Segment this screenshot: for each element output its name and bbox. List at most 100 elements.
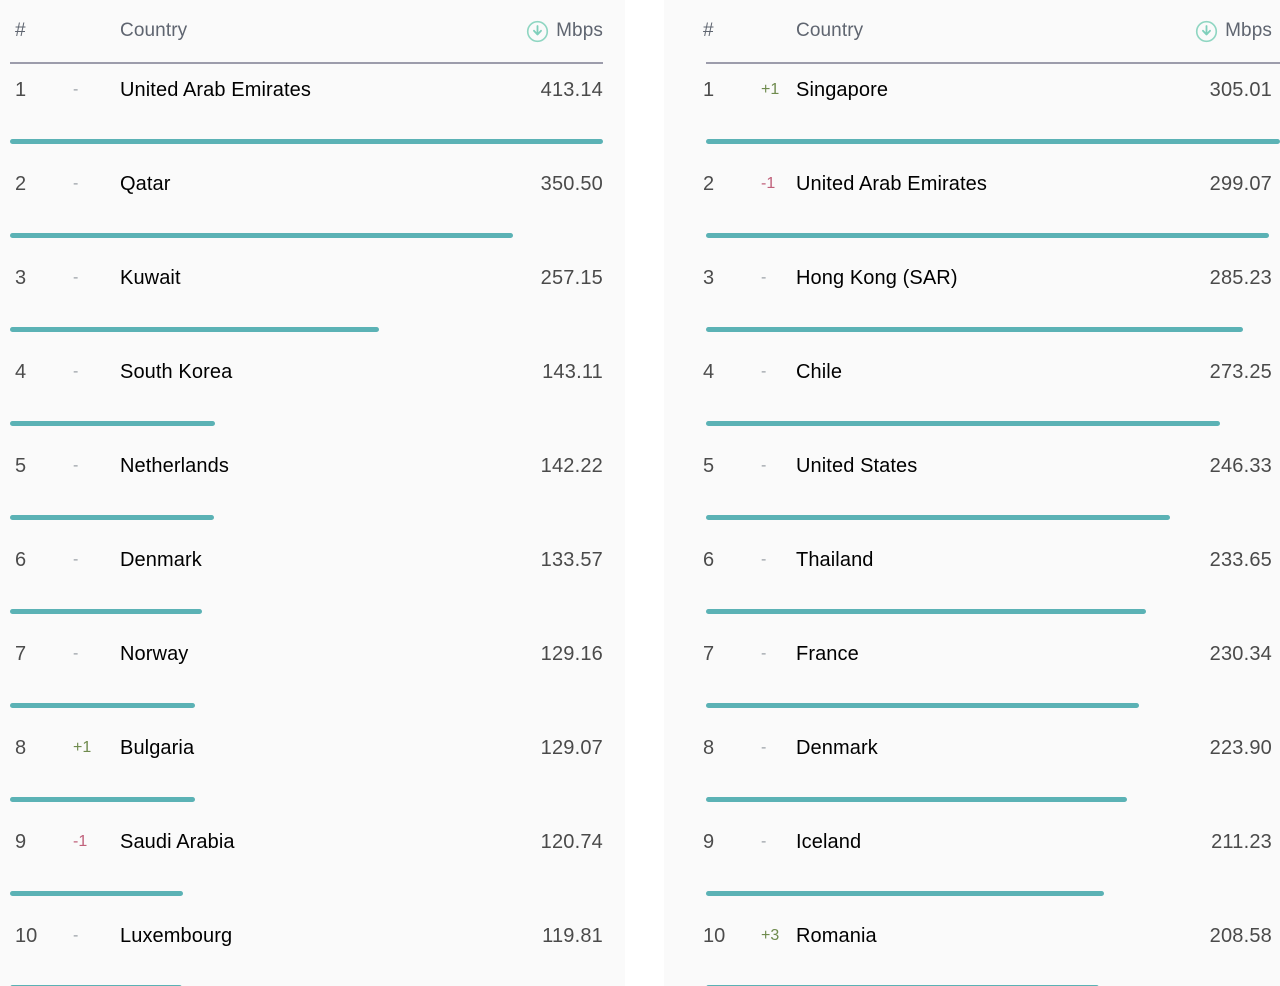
rank-change-indicator: +1 <box>73 732 91 764</box>
table-row[interactable]: 3-Hong Kong (SAR)285.23 <box>686 250 1258 344</box>
speed-value: 119.81 <box>542 920 603 952</box>
rank-number: 2 <box>703 168 714 200</box>
column-header-country: Country <box>120 0 187 62</box>
table-row[interactable]: 9-1Saudi Arabia120.74 <box>5 814 603 908</box>
table-row[interactable]: 10+3Romania208.58 <box>686 908 1258 986</box>
speed-bar-fill <box>10 327 379 332</box>
column-header-rank: # <box>15 0 26 62</box>
table-row-content: 9-Iceland211.23 <box>686 814 1258 884</box>
table-row-content: 5-Netherlands142.22 <box>5 438 603 508</box>
speed-bar-fill <box>706 797 1127 802</box>
rank-change-indicator: -1 <box>73 826 87 858</box>
country-link[interactable]: United Arab Emirates <box>796 168 987 200</box>
rank-number: 10 <box>703 920 725 952</box>
speed-bar-track <box>706 515 1280 520</box>
rank-number: 6 <box>15 544 26 576</box>
country-link[interactable]: Singapore <box>796 74 888 106</box>
country-link[interactable]: United Arab Emirates <box>120 74 311 106</box>
table-row[interactable]: 6-Denmark133.57 <box>5 532 603 626</box>
table-row-content: 8-Denmark223.90 <box>686 720 1258 790</box>
rank-number: 5 <box>703 450 714 482</box>
table-row[interactable]: 7-Norway129.16 <box>5 626 603 720</box>
table-row-content: 7-Norway129.16 <box>5 626 603 696</box>
table-header-left: # Country Mbps <box>5 0 603 62</box>
table-row[interactable]: 2-1United Arab Emirates299.07 <box>686 156 1258 250</box>
country-link[interactable]: Bulgaria <box>120 732 194 764</box>
rank-change-indicator: - <box>73 168 78 200</box>
speed-bar-track <box>10 139 603 144</box>
rank-number: 9 <box>15 826 26 858</box>
speed-bar-fill <box>10 609 202 614</box>
ranking-panel-left: # Country Mbps 1-United Arab Emirates413… <box>0 0 625 986</box>
table-row[interactable]: 4-South Korea143.11 <box>5 344 603 438</box>
speed-bar-track <box>706 421 1280 426</box>
country-link[interactable]: Denmark <box>120 544 202 576</box>
speed-value: 257.15 <box>541 262 603 294</box>
table-row[interactable]: 1-United Arab Emirates413.14 <box>5 62 603 156</box>
country-link[interactable]: Thailand <box>796 544 874 576</box>
table-row[interactable]: 8 +1 Bulgaria 129.07 <box>5 720 603 814</box>
country-link[interactable]: Saudi Arabia <box>120 826 235 858</box>
speed-bar-track <box>10 327 603 332</box>
column-header-rank: # <box>703 0 714 62</box>
speed-value: 208.58 <box>1210 920 1272 952</box>
rank-number: 1 <box>15 74 26 106</box>
rank-change-indicator: - <box>73 450 78 482</box>
country-link[interactable]: United States <box>796 450 917 482</box>
speed-bar-fill <box>10 233 513 238</box>
country-link[interactable]: France <box>796 638 859 670</box>
rank-number: 7 <box>703 638 714 670</box>
speed-bar-fill <box>10 139 603 144</box>
speed-bar-fill <box>10 891 183 896</box>
table-row[interactable]: 2-Qatar350.50 <box>5 156 603 250</box>
column-header-unit[interactable]: Mbps <box>1195 0 1272 62</box>
table-row[interactable]: 4-Chile273.25 <box>686 344 1258 438</box>
table-row-content: 6-Thailand233.65 <box>686 532 1258 602</box>
table-row-content: 4-Chile273.25 <box>686 344 1258 414</box>
table-row[interactable]: 8-Denmark223.90 <box>686 720 1258 814</box>
speed-bar-track <box>706 797 1280 802</box>
country-link[interactable]: Hong Kong (SAR) <box>796 262 958 294</box>
country-link[interactable]: Iceland <box>796 826 861 858</box>
speed-value: 223.90 <box>1210 732 1272 764</box>
table-row-content: 7-France230.34 <box>686 626 1258 696</box>
country-link[interactable]: Romania <box>796 920 877 952</box>
table-row[interactable]: 5-Netherlands142.22 <box>5 438 603 532</box>
country-link[interactable]: Netherlands <box>120 450 229 482</box>
table-row[interactable]: 1+1Singapore305.01 <box>686 62 1258 156</box>
country-link[interactable]: Qatar <box>120 168 171 200</box>
table-row-content: 10-Luxembourg119.81 <box>5 908 603 978</box>
rank-change-indicator: +3 <box>761 920 779 952</box>
speed-bar-fill <box>10 703 195 708</box>
country-link[interactable]: Norway <box>120 638 188 670</box>
table-row[interactable]: 9-Iceland211.23 <box>686 814 1258 908</box>
country-link[interactable]: Chile <box>796 356 842 388</box>
rank-number: 4 <box>703 356 714 388</box>
country-link[interactable]: Denmark <box>796 732 878 764</box>
speed-value: 230.34 <box>1210 638 1272 670</box>
table-row-content: 1+1Singapore305.01 <box>686 62 1258 132</box>
table-row[interactable]: 7-France230.34 <box>686 626 1258 720</box>
country-link[interactable]: South Korea <box>120 356 232 388</box>
table-row[interactable]: 3-Kuwait257.15 <box>5 250 603 344</box>
column-header-unit[interactable]: Mbps <box>526 0 603 62</box>
rank-change-indicator: +1 <box>761 74 779 106</box>
speed-bar-track <box>10 609 603 614</box>
table-row[interactable]: 6-Thailand233.65 <box>686 532 1258 626</box>
table-row-content: 4-South Korea143.11 <box>5 344 603 414</box>
country-link[interactable]: Luxembourg <box>120 920 232 952</box>
rank-number: 2 <box>15 168 26 200</box>
country-link[interactable]: Kuwait <box>120 262 181 294</box>
table-row[interactable]: 5-United States246.33 <box>686 438 1258 532</box>
speed-bar-fill <box>10 421 215 426</box>
table-row[interactable]: 10-Luxembourg119.81 <box>5 908 603 986</box>
speed-bar-fill <box>706 139 1280 144</box>
rank-number: 8 <box>15 732 26 764</box>
speed-bar-track <box>706 703 1280 708</box>
speed-value: 142.22 <box>541 450 603 482</box>
rank-change-indicator: - <box>73 544 78 576</box>
speed-value: 305.01 <box>1210 74 1272 106</box>
speed-value: 129.07 <box>541 732 603 764</box>
rank-change-indicator: - <box>761 544 766 576</box>
rank-change-indicator: - <box>73 262 78 294</box>
